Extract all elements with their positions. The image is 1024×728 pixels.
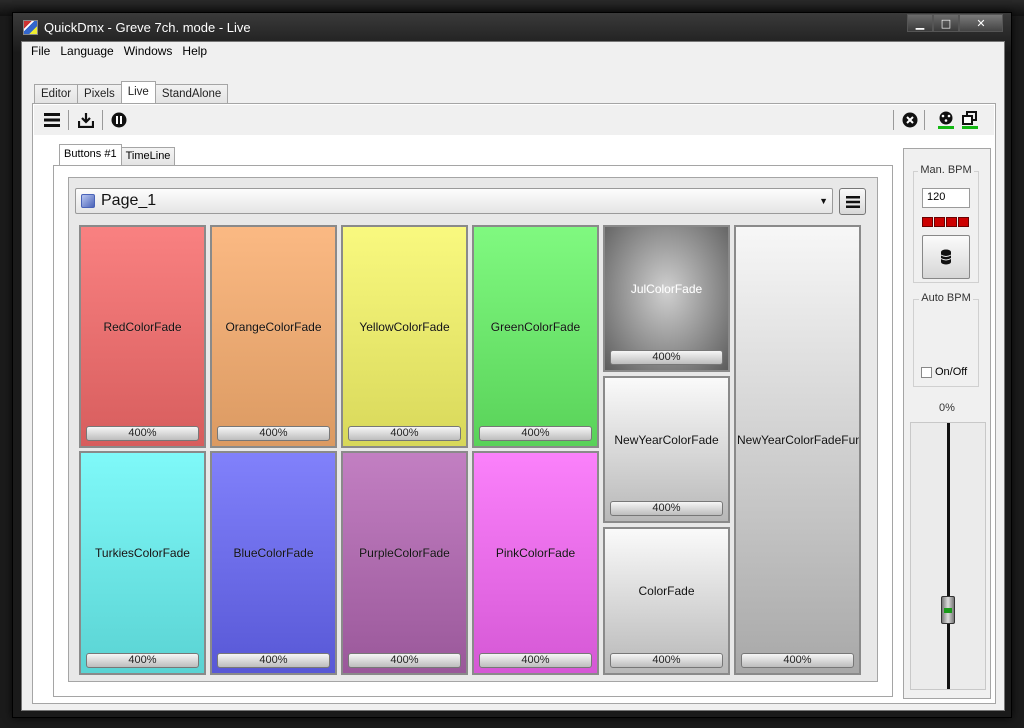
scene-name: BlueColorFade — [233, 546, 314, 560]
scene-name: JulColorFade — [630, 281, 703, 296]
scene-button[interactable]: OrangeColorFade 400% — [210, 225, 337, 448]
scene-percent[interactable]: 400% — [348, 426, 461, 441]
scene-button[interactable]: NewYearColorFade 400% — [603, 376, 730, 523]
master-slider[interactable] — [910, 422, 986, 690]
dmx-output-icon[interactable] — [936, 110, 956, 130]
scene-name: NewYearColorFadeFun — [737, 433, 859, 447]
scene-name: PurpleColorFade — [359, 546, 450, 560]
scene-button[interactable]: JulColorFade 400% — [603, 225, 730, 372]
scene-button[interactable]: YellowColorFade 400% — [341, 225, 468, 448]
buttons-panel: Page_1 ▼ RedColorFade 400% OrangeColorFad… — [53, 165, 893, 697]
tab-standalone[interactable]: StandAlone — [154, 84, 229, 103]
scene-percent[interactable]: 400% — [217, 653, 330, 668]
pause-icon[interactable] — [109, 110, 129, 130]
page-select[interactable]: Page_1 ▼ — [75, 188, 833, 214]
toolbar — [34, 105, 994, 135]
maximize-icon[interactable]: □ — [933, 14, 959, 32]
scene-percent[interactable]: 400% — [741, 653, 854, 668]
scene-button[interactable]: RedColorFade 400% — [79, 225, 206, 448]
chevron-down-icon: ▼ — [819, 196, 828, 206]
windows-icon[interactable] — [960, 110, 980, 130]
window-controls: ▁ □ ✕ — [907, 14, 1003, 32]
bpm-panel: Man. BPM 120 Auto BPM On/Off 0% — [903, 148, 991, 699]
tab-timeline[interactable]: TimeLine — [120, 147, 176, 165]
scene-button[interactable]: BlueColorFade 400% — [210, 451, 337, 675]
menu-windows[interactable]: Windows — [119, 42, 178, 62]
toolbar-separator — [924, 110, 925, 130]
bpm-led — [946, 217, 957, 227]
manual-bpm-label: Man. BPM — [918, 164, 974, 176]
tap-icon — [940, 249, 952, 265]
window-title: QuickDmx - Greve 7ch. mode - Live — [44, 20, 251, 35]
bpm-led — [934, 217, 945, 227]
scene-button[interactable]: PinkColorFade 400% — [472, 451, 599, 675]
bpm-led — [958, 217, 969, 227]
scene-percent[interactable]: 400% — [610, 653, 723, 668]
scene-percent[interactable]: 400% — [479, 426, 592, 441]
scene-percent[interactable]: 400% — [217, 426, 330, 441]
scene-percent[interactable]: 400% — [610, 350, 723, 365]
scene-name: NewYearColorFade — [614, 432, 719, 447]
scene-button[interactable]: ColorFade 400% — [603, 527, 730, 675]
page-menu-button[interactable] — [839, 188, 866, 215]
buttons-area: Buttons #1 TimeLine Page_1 ▼ RedColorFad… — [53, 144, 893, 697]
onoff-checkbox[interactable] — [921, 366, 932, 378]
scene-button[interactable]: TurkiesColorFade 400% — [79, 451, 206, 675]
bpm-led — [922, 217, 933, 227]
bpm-leds — [922, 217, 970, 227]
tab-live[interactable]: Live — [120, 81, 156, 103]
scene-percent[interactable]: 400% — [479, 653, 592, 668]
menu-language[interactable]: Language — [55, 42, 118, 62]
tap-bpm-button[interactable] — [922, 235, 970, 279]
scene-name: ColorFade — [638, 584, 695, 598]
auto-bpm-toggle[interactable]: On/Off — [921, 366, 967, 378]
title-bar: QuickDmx - Greve 7ch. mode - Live ▁ □ ✕ — [13, 13, 1011, 43]
menu-icon[interactable] — [42, 110, 62, 130]
scene-percent[interactable]: 400% — [86, 653, 199, 668]
sub-tabs: Buttons #1 TimeLine — [59, 144, 176, 165]
app-logo-icon — [23, 20, 38, 35]
close-window-icon[interactable]: ✕ — [959, 14, 1003, 32]
scene-percent[interactable]: 400% — [348, 653, 461, 668]
auto-bpm-group: Auto BPM On/Off — [913, 292, 979, 387]
scene-name: TurkiesColorFade — [95, 546, 190, 560]
menu-bar: File Language Windows Help — [22, 42, 1004, 62]
toolbar-separator — [68, 110, 69, 130]
scene-button[interactable]: PurpleColorFade 400% — [341, 451, 468, 675]
scene-name: OrangeColorFade — [225, 319, 322, 334]
scene-button[interactable]: GreenColorFade 400% — [472, 225, 599, 448]
scene-name: GreenColorFade — [490, 319, 581, 334]
manual-bpm-group: Man. BPM 120 — [913, 164, 979, 283]
toolbar-separator — [102, 110, 103, 130]
menu-icon — [845, 195, 860, 208]
tab-editor[interactable]: Editor — [34, 84, 79, 103]
scene-name: RedColorFade — [103, 319, 182, 334]
page-select-value: Page_1 — [101, 192, 157, 209]
tab-buttons-1[interactable]: Buttons #1 — [59, 144, 122, 165]
scene-name: PinkColorFade — [495, 546, 576, 560]
slider-thumb[interactable] — [941, 596, 955, 624]
page-box: Page_1 ▼ RedColorFade 400% OrangeColorFad… — [68, 177, 878, 682]
scene-percent[interactable]: 400% — [610, 501, 723, 516]
live-panel: Buttons #1 TimeLine Page_1 ▼ RedColorFad… — [32, 103, 996, 704]
menu-help[interactable]: Help — [177, 42, 212, 62]
scene-name: YellowColorFade — [359, 319, 450, 334]
tab-pixels[interactable]: Pixels — [77, 84, 122, 103]
menu-file[interactable]: File — [26, 42, 55, 62]
page-icon — [81, 194, 95, 208]
toolbar-separator — [893, 110, 894, 130]
app-window: QuickDmx - Greve 7ch. mode - Live ▁ □ ✕ … — [12, 12, 1012, 718]
onoff-label: On/Off — [935, 366, 968, 378]
slider-track — [947, 423, 950, 689]
close-circle-icon[interactable] — [900, 110, 920, 130]
download-icon[interactable] — [76, 110, 96, 130]
level-label: 0% — [939, 402, 955, 414]
scene-button[interactable]: NewYearColorFadeFun 400% — [734, 225, 861, 675]
client-area: File Language Windows Help Editor Pixels… — [21, 41, 1005, 711]
main-tabs: Editor Pixels Live StandAlone — [34, 81, 229, 103]
bpm-input[interactable]: 120 — [922, 188, 970, 208]
auto-bpm-label: Auto BPM — [919, 292, 973, 304]
minimize-icon[interactable]: ▁ — [907, 14, 933, 32]
scene-percent[interactable]: 400% — [86, 426, 199, 441]
